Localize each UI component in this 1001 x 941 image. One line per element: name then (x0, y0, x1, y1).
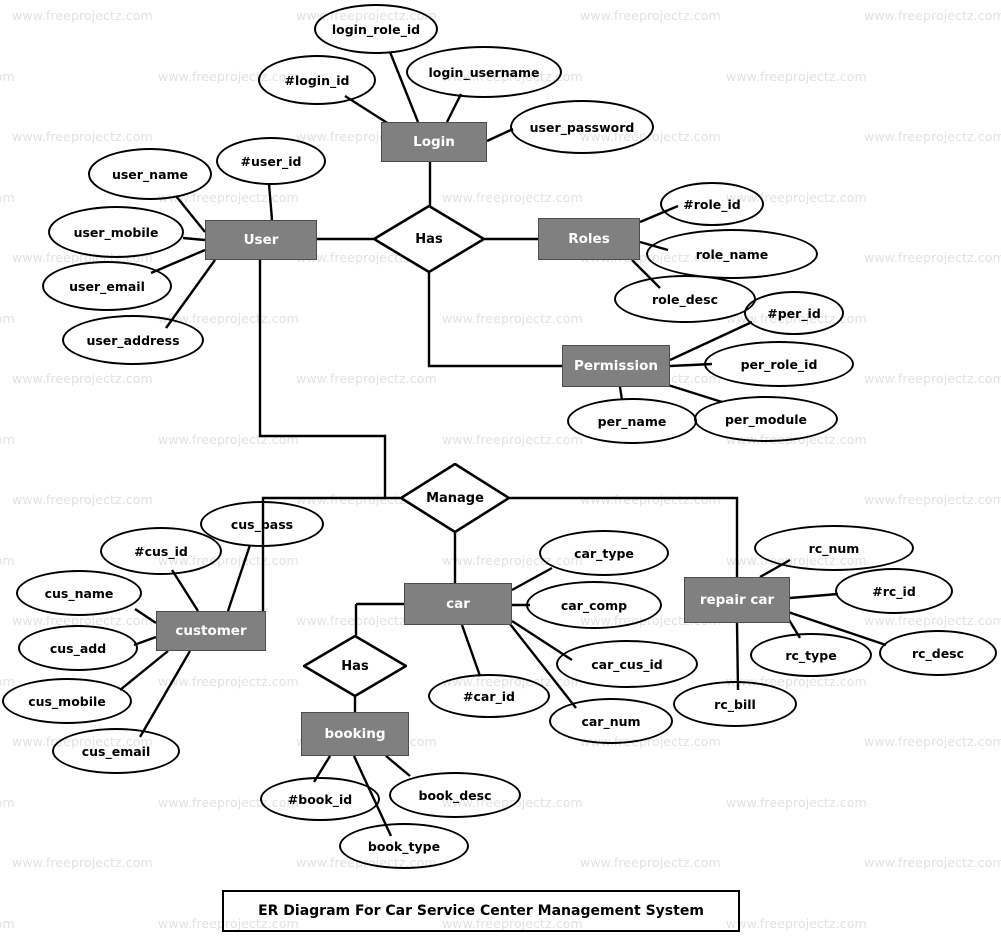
attribute-role_desc[interactable]: role_desc (614, 275, 756, 323)
attribute-label: cus_pass (230, 516, 294, 532)
entity-label: repair car (699, 591, 775, 608)
attribute-label: per_name (597, 413, 667, 429)
attribute-cus_name[interactable]: cus_name (16, 570, 142, 616)
attribute-book_id[interactable]: #book_id (260, 777, 380, 821)
attribute-label: role_name (695, 246, 769, 262)
entity-roles[interactable]: Roles (538, 218, 640, 260)
attribute-label: per_role_id (740, 356, 818, 372)
attribute-label: cus_email (81, 743, 151, 759)
attribute-rc_id[interactable]: #rc_id (835, 568, 953, 614)
attribute-label: login_username (428, 64, 540, 80)
entity-permission[interactable]: Permission (562, 345, 670, 387)
attribute-rc_num[interactable]: rc_num (754, 525, 914, 571)
relationship-has_user_roles[interactable]: Has (373, 205, 485, 273)
attribute-label: user_mobile (73, 224, 159, 240)
attribute-per_id[interactable]: #per_id (744, 291, 844, 335)
attribute-user_mobile[interactable]: user_mobile (48, 206, 184, 258)
relationship-label: Manage (426, 490, 484, 506)
entity-booking[interactable]: booking (301, 712, 409, 756)
relationship-manage[interactable]: Manage (400, 463, 510, 533)
attribute-user_name[interactable]: user_name (88, 148, 212, 200)
entity-label: customer (175, 622, 247, 639)
attribute-per_name[interactable]: per_name (567, 398, 697, 444)
entity-label: car (446, 595, 470, 612)
attribute-login_username[interactable]: login_username (406, 46, 562, 98)
attribute-label: rc_num (808, 540, 860, 556)
attribute-car_id[interactable]: #car_id (428, 674, 550, 718)
attribute-car_type[interactable]: car_type (539, 530, 669, 576)
attribute-label: #rc_id (872, 583, 916, 599)
attribute-label: user_password (529, 119, 635, 135)
entity-label: Login (413, 133, 455, 150)
attribute-rc_type[interactable]: rc_type (750, 633, 872, 677)
page-title: ER Diagram For Car Service Center Manage… (258, 903, 704, 919)
attribute-label: cus_name (44, 585, 114, 601)
attribute-label: user_address (86, 332, 180, 348)
attribute-user_address[interactable]: user_address (62, 315, 204, 365)
attribute-cus_id[interactable]: #cus_id (100, 527, 222, 575)
attribute-label: user_name (111, 166, 189, 182)
attribute-label: #per_id (767, 305, 821, 321)
attribute-label: user_email (69, 278, 145, 294)
attribute-rc_bill[interactable]: rc_bill (673, 681, 797, 727)
attribute-role_id[interactable]: #role_id (660, 182, 764, 226)
entity-repair_car[interactable]: repair car (684, 577, 790, 623)
attribute-label: #login_id (284, 72, 350, 88)
attribute-cus_add[interactable]: cus_add (18, 625, 138, 671)
attribute-label: car_comp (560, 597, 628, 613)
attribute-label: book_desc (418, 787, 492, 803)
relationship-has_car_book[interactable]: Has (303, 635, 407, 697)
relationship-label: Has (415, 231, 443, 247)
attribute-role_name[interactable]: role_name (646, 229, 818, 279)
attribute-per_role_id[interactable]: per_role_id (704, 341, 854, 387)
attribute-user_email[interactable]: user_email (42, 261, 172, 311)
diagram-title-box: ER Diagram For Car Service Center Manage… (222, 890, 740, 932)
attribute-label: #role_id (683, 196, 741, 212)
entity-customer[interactable]: customer (156, 611, 266, 651)
attribute-cus_pass[interactable]: cus_pass (200, 501, 324, 547)
attribute-car_num[interactable]: car_num (549, 698, 673, 744)
attribute-label: role_desc (651, 291, 719, 307)
attribute-car_cus_id[interactable]: car_cus_id (556, 640, 698, 688)
entity-label: Roles (568, 230, 610, 247)
attribute-label: cus_mobile (28, 693, 106, 709)
entity-label: booking (324, 725, 386, 742)
attribute-user_password[interactable]: user_password (510, 100, 654, 154)
attribute-label: #user_id (240, 153, 302, 169)
attribute-per_module[interactable]: per_module (694, 396, 838, 442)
attribute-car_comp[interactable]: car_comp (526, 581, 662, 629)
attribute-user_id[interactable]: #user_id (216, 137, 326, 185)
entity-car[interactable]: car (404, 583, 512, 625)
attribute-book_desc[interactable]: book_desc (389, 772, 521, 818)
attribute-label: login_role_id (331, 21, 421, 37)
entity-label: User (243, 231, 279, 248)
relationship-label: Has (341, 658, 369, 674)
attribute-login_role_id[interactable]: login_role_id (314, 4, 438, 54)
attribute-label: book_type (367, 838, 441, 854)
attribute-login_id[interactable]: #login_id (258, 55, 376, 105)
node-layer: Login User Roles Permission customer car repai… (0, 0, 1001, 941)
attribute-label: rc_type (785, 647, 837, 663)
attribute-label: #cus_id (134, 543, 188, 559)
attribute-label: #book_id (287, 791, 353, 807)
attribute-cus_email[interactable]: cus_email (52, 728, 180, 774)
attribute-label: #car_id (463, 688, 515, 704)
entity-label: Permission (574, 357, 658, 374)
attribute-rc_desc[interactable]: rc_desc (879, 630, 997, 676)
er-diagram-canvas: www.freeprojectz.com www.freeprojectz.com… (0, 0, 1001, 941)
attribute-cus_mobile[interactable]: cus_mobile (2, 678, 132, 724)
attribute-label: per_module (724, 411, 808, 427)
entity-login[interactable]: Login (381, 122, 487, 162)
entity-user[interactable]: User (205, 220, 317, 260)
attribute-book_type[interactable]: book_type (339, 823, 469, 869)
attribute-label: rc_desc (911, 645, 965, 661)
attribute-label: car_type (574, 545, 634, 561)
attribute-label: car_cus_id (591, 656, 663, 672)
attribute-label: rc_bill (714, 696, 756, 712)
attribute-label: cus_add (49, 640, 107, 656)
attribute-label: car_num (581, 713, 641, 729)
